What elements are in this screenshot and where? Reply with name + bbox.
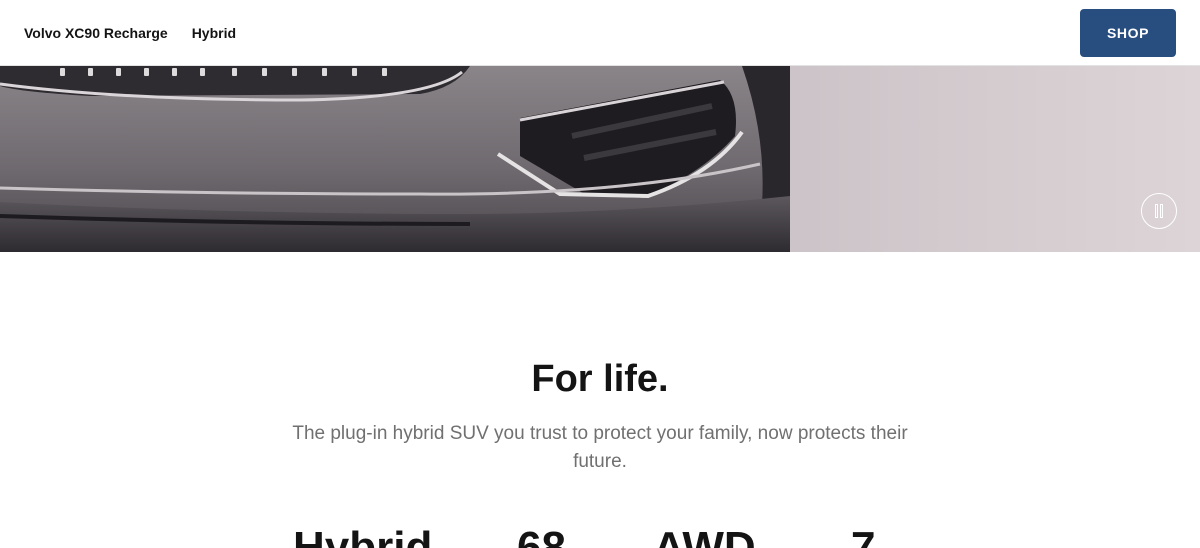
car-front-illustration <box>0 66 1200 252</box>
stat-range: 68 <box>517 523 566 548</box>
stat-powertrain: Hybrid <box>293 523 433 548</box>
page: Volvo XC90 Recharge Hybrid SHOP For life… <box>0 0 1200 548</box>
page-headline: For life. <box>531 358 669 400</box>
top-navigation: Volvo XC90 Recharge Hybrid SHOP <box>0 0 1200 66</box>
model-name-link[interactable]: Volvo XC90 Recharge <box>24 25 168 41</box>
intro-description: The plug-in hybrid SUV you trust to prot… <box>292 423 908 472</box>
pause-bar-left <box>1155 204 1158 218</box>
hero-image <box>0 66 1200 252</box>
spec-stats: Hybrid 68 AWD 7 <box>0 526 1200 548</box>
stat-seats: 7 <box>851 523 876 548</box>
pause-bar-right <box>1160 204 1163 218</box>
nav-link-hybrid[interactable]: Hybrid <box>192 25 236 41</box>
shop-button[interactable]: SHOP <box>1080 9 1176 57</box>
pause-icon[interactable] <box>1141 193 1177 229</box>
stat-drivetrain: AWD <box>653 523 756 548</box>
